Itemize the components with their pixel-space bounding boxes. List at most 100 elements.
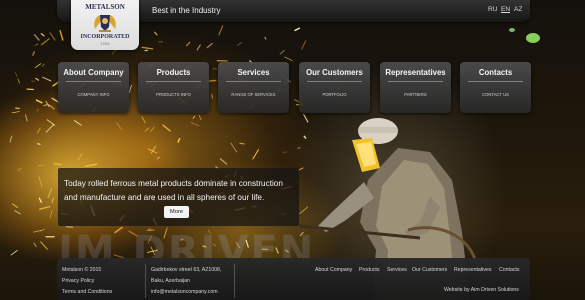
spark-streak (35, 99, 43, 104)
footer-link-representatives[interactable]: Representatives (454, 267, 492, 273)
spark-streak (10, 250, 18, 256)
company-logo[interactable]: METALSON INCORPORATED 1995 (71, 0, 139, 50)
spark-streak (32, 51, 36, 56)
spark-streak (26, 88, 35, 91)
footer-copyright: Metalson © 2015 (62, 267, 102, 273)
nav-representatives[interactable]: Representatives PARTNERS (380, 62, 451, 113)
nav-divider (388, 81, 443, 82)
spark-streak (33, 34, 40, 41)
spark-streak (299, 206, 309, 215)
nav-divider (146, 81, 201, 82)
spark-streak (51, 197, 54, 204)
footer-link-contacts[interactable]: Contacts (499, 267, 519, 273)
logo-sub-text: 1995 (100, 42, 110, 46)
spark-streak (47, 187, 53, 199)
language-az-link[interactable]: AZ (514, 6, 522, 13)
nav-subtitle: PRODUCTS INFO (156, 92, 191, 97)
spark-streak (198, 114, 202, 121)
promo-text: Today rolled ferrous metal products domi… (64, 179, 283, 202)
footer-divider (145, 264, 146, 298)
nav-title: Representatives (385, 68, 446, 77)
spark-streak (185, 41, 191, 47)
nav-divider (226, 81, 281, 82)
spark-streak (177, 138, 181, 143)
footer-email-link[interactable]: info@metalsoncompany.com (151, 289, 218, 295)
nav-title: Products (156, 68, 191, 77)
logo-bottom-text: INCORPORATED (80, 34, 130, 40)
logo-top-text: METALSON (85, 3, 125, 11)
spark-streak (279, 49, 285, 55)
nav-about-company[interactable]: About Company COMPANY INFO (58, 62, 129, 113)
spark-streak (24, 114, 28, 122)
footer-link-about-company[interactable]: About Company (315, 267, 352, 273)
spark-streak (38, 176, 43, 188)
footer-terms-link[interactable]: Terms and Conditions (62, 289, 112, 295)
spark-streak (40, 33, 45, 37)
spark-streak (14, 210, 21, 215)
spark-streak (40, 241, 48, 250)
nav-our-customers[interactable]: Our Customers PORTFOLIO (299, 62, 370, 113)
spark-streak (206, 42, 213, 49)
spark-streak (38, 205, 51, 210)
spark-streak (141, 46, 154, 50)
spark-streak (230, 142, 238, 153)
spark-streak (190, 122, 200, 127)
spark-streak (144, 49, 149, 52)
nav-divider (66, 81, 121, 82)
spark-streak (45, 124, 55, 133)
spark-streak (141, 116, 146, 124)
spark-streak (42, 76, 52, 82)
spark-streak (9, 135, 13, 143)
spark-streak (17, 78, 21, 84)
spark-streak (53, 162, 62, 166)
nav-products[interactable]: Products PRODUCTS INFO (138, 62, 209, 113)
footer-privacy-link[interactable]: Privacy Policy (62, 278, 94, 284)
spark-streak (15, 71, 17, 77)
spark-streak (12, 203, 18, 208)
spark-streak (48, 104, 55, 110)
footer-link-products[interactable]: Products (359, 267, 379, 273)
spark-streak (297, 147, 301, 149)
spark-streak (294, 27, 301, 32)
spark-streak (196, 44, 201, 51)
spark-streak (49, 209, 53, 219)
language-en-link[interactable]: EN (501, 6, 510, 13)
footer-credit-link[interactable]: Website by Aim Driven Solutions (444, 287, 519, 293)
nav-subtitle: PORTFOLIO (322, 92, 347, 97)
nav-services[interactable]: Services RANGE OF SERVICES (218, 62, 289, 113)
spark-streak (41, 63, 45, 67)
spark-streak (211, 94, 214, 99)
nav-contacts[interactable]: Contacts CONTACT US (460, 62, 531, 113)
nav-title: Our Customers (306, 68, 363, 77)
footer (57, 258, 530, 300)
spark-streak (40, 38, 50, 46)
nav-divider (307, 81, 362, 82)
language-ru-link[interactable]: RU (488, 6, 497, 13)
spark-streak (34, 43, 39, 46)
spark-streak (144, 127, 150, 132)
spark-streak (239, 142, 245, 145)
nav-subtitle: CONTACT US (482, 92, 509, 97)
spark-streak (219, 158, 228, 165)
spark-streak (301, 40, 307, 50)
spark-streak (11, 111, 20, 114)
spark-streak (43, 104, 48, 106)
spark-streak (156, 156, 160, 160)
spark-streak (303, 113, 309, 123)
spark-streak (297, 167, 304, 171)
spark-streak (218, 25, 224, 36)
nav-title: Services (237, 68, 270, 77)
nav-title: Contacts (478, 68, 513, 77)
spark-streak (33, 230, 42, 233)
nav-title: About Company (63, 68, 124, 77)
tagline: Best in the Industry (152, 6, 221, 15)
spark-streak (284, 56, 293, 61)
spark-streak (129, 84, 132, 93)
footer-link-our-customers[interactable]: Our Customers (412, 267, 447, 273)
nav-divider (468, 81, 523, 82)
spark-streak (264, 36, 267, 40)
footer-link-services[interactable]: Services (387, 267, 407, 273)
nav-subtitle: RANGE OF SERVICES (231, 92, 276, 97)
spark-streak (252, 149, 259, 160)
more-button[interactable]: More (164, 206, 189, 218)
